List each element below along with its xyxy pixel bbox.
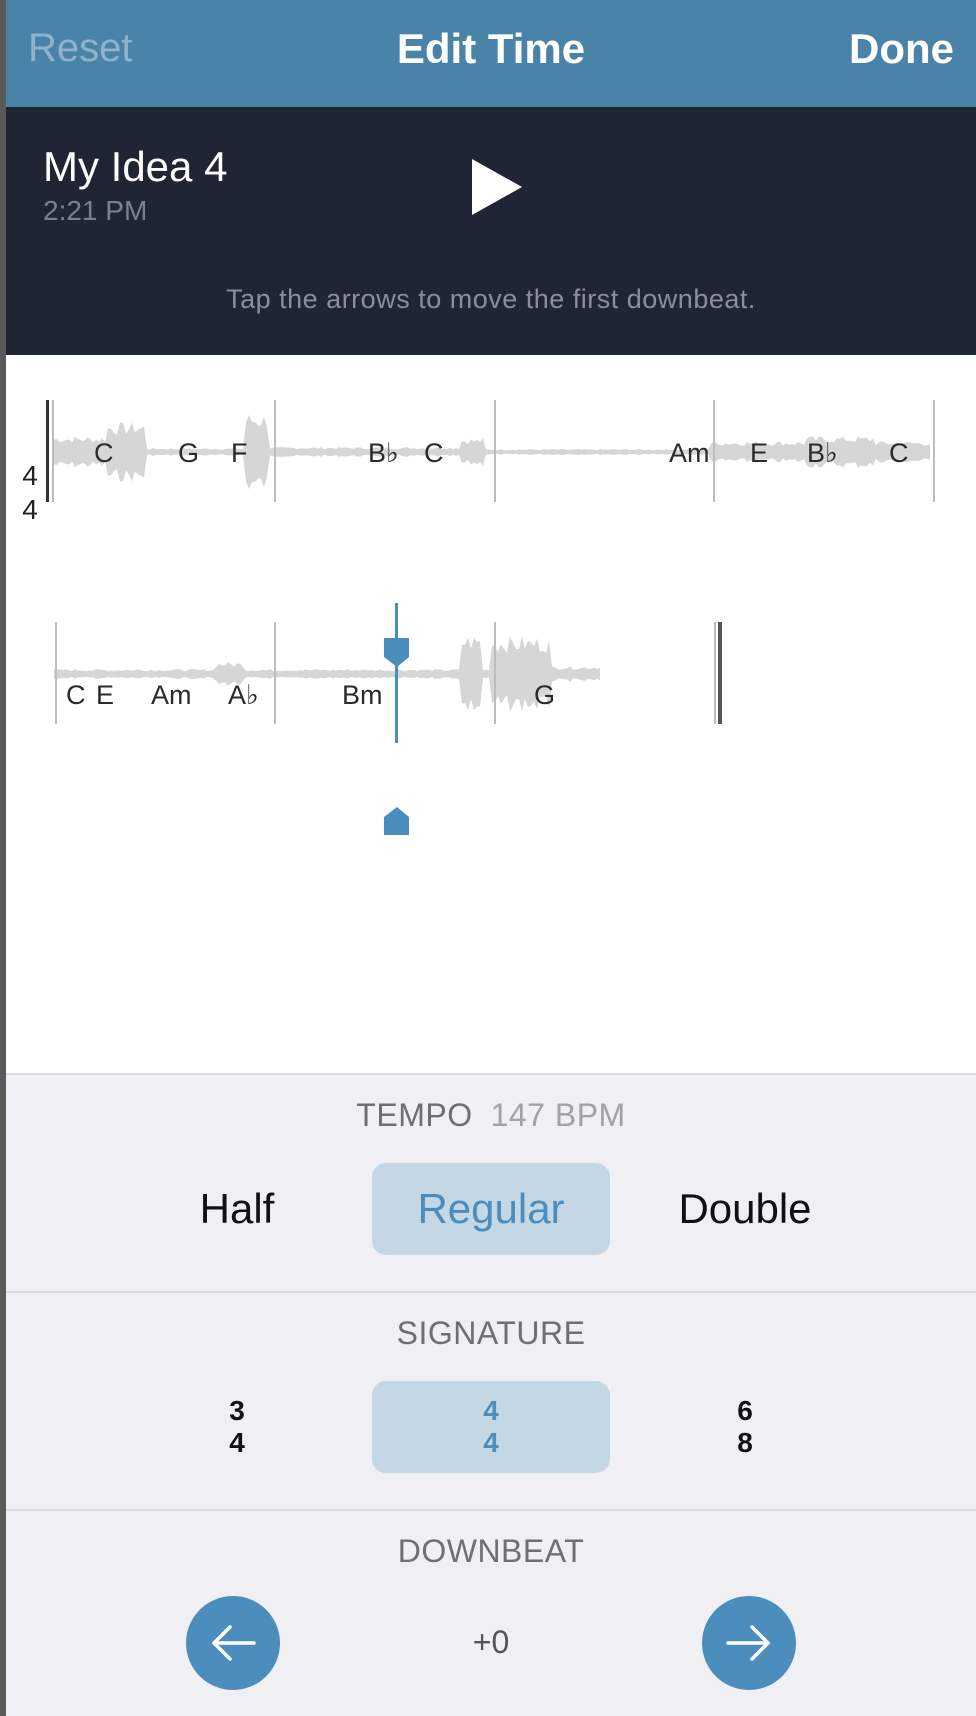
recording-time: 2:21 PM	[43, 195, 148, 226]
bar-line	[714, 622, 716, 724]
recording-header: My Idea 4 2:21 PM Tap the arrows to move…	[6, 107, 976, 355]
time-signature-bottom: 4	[22, 494, 38, 525]
bar-line	[494, 622, 496, 724]
done-button[interactable]: Done	[849, 25, 954, 73]
waveform-score[interactable]: 4 4 C G F B♭ C Am E B♭ C C E Am A♭ Bm G	[6, 355, 976, 1073]
chord-label: G	[534, 680, 556, 710]
signature-bottom: 8	[737, 1427, 753, 1458]
chord-label: C	[66, 680, 86, 710]
tempo-double-button[interactable]: Double	[626, 1163, 864, 1255]
bar-line	[274, 622, 276, 724]
playhead-bottom-handle	[384, 807, 409, 835]
signature-top: 6	[737, 1395, 753, 1426]
chord-label: C	[424, 438, 444, 468]
bar-line	[274, 400, 276, 502]
tempo-section-label: TEMPO 147 BPM	[6, 1097, 976, 1134]
downbeat-label: DOWNBEAT	[397, 1533, 585, 1569]
downbeat-hint: Tap the arrows to move the first downbea…	[226, 284, 756, 314]
final-bar-line	[718, 622, 722, 724]
chord-label: A♭	[228, 680, 259, 710]
play-icon	[472, 159, 522, 215]
signature-top: 4	[483, 1395, 499, 1426]
chord-label: Am	[669, 438, 710, 468]
chord-label: E	[750, 438, 769, 468]
tempo-regular-button[interactable]: Regular	[372, 1163, 610, 1255]
play-button[interactable]	[466, 155, 526, 219]
chord-label: C	[889, 438, 909, 468]
signature-top: 3	[229, 1395, 245, 1426]
bar-line	[713, 400, 715, 502]
signature-6-8-button[interactable]: 6 8	[626, 1381, 864, 1473]
bar-line	[55, 622, 57, 724]
controls-panel: TEMPO 147 BPM Half Regular Double SIGNATU…	[6, 1073, 976, 1716]
bar-line	[933, 400, 935, 502]
tempo-bpm: 147 BPM	[490, 1097, 626, 1133]
signature-label: SIGNATURE	[396, 1315, 586, 1351]
playhead-line	[395, 603, 398, 743]
downbeat-right-button[interactable]	[702, 1596, 796, 1690]
page-title: Edit Time	[396, 25, 586, 72]
signature-bottom: 4	[483, 1427, 499, 1458]
signature-4-4-button[interactable]: 4 4	[372, 1381, 610, 1473]
chord-label: B♭	[807, 438, 838, 468]
recording-name[interactable]: My Idea 4	[43, 143, 227, 191]
signature-3-4-button[interactable]: 3 4	[118, 1381, 356, 1473]
tempo-half-button[interactable]: Half	[118, 1163, 356, 1255]
chord-label: Bm	[342, 680, 383, 710]
chord-label: C	[94, 438, 114, 468]
chord-label: G	[178, 438, 200, 468]
chord-label: B♭	[368, 438, 399, 468]
bar-line	[46, 400, 49, 502]
time-signature-top: 4	[22, 460, 38, 491]
time-signature: 4 4	[16, 459, 44, 527]
section-divider	[6, 1509, 976, 1511]
section-divider	[6, 1291, 976, 1293]
chord-label: F	[231, 438, 248, 468]
tempo-label: TEMPO	[356, 1097, 473, 1133]
chord-label: Am	[151, 680, 192, 710]
signature-bottom: 4	[229, 1427, 245, 1458]
bar-line	[494, 400, 496, 502]
waveform-shape	[54, 636, 600, 712]
app-screen: Reset Edit Time Done My Idea 4 2:21 PM T…	[6, 0, 976, 1716]
playhead-top-handle	[384, 638, 409, 667]
navigation-bar: Reset Edit Time Done	[6, 0, 976, 107]
bar-line	[52, 400, 54, 502]
chord-label: E	[96, 680, 115, 710]
downbeat-offset: +0	[472, 1624, 510, 1660]
arrow-right-icon	[726, 1625, 770, 1661]
